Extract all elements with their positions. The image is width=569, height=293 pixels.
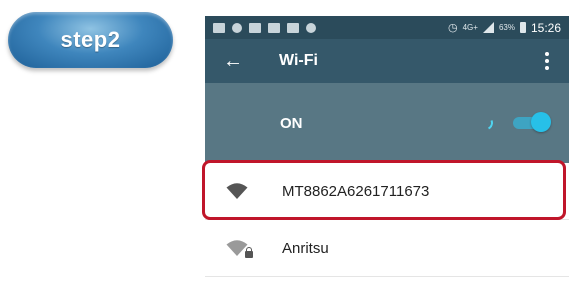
signal-icon [482,22,494,33]
status-bar: ◷ 4G+ 63% 15:26 [205,16,569,39]
message-icon [268,22,280,33]
wifi-icon [226,182,248,200]
scanning-spinner-icon [477,114,495,132]
step-badge: step2 [8,12,173,68]
wifi-lock-icon [226,239,253,258]
wifi-master-switch-row[interactable]: ON [205,83,569,163]
wifi-toggle[interactable] [513,112,551,132]
lock-icon [245,247,253,258]
info-icon [232,22,242,33]
app-icon [306,22,316,33]
clock: 15:26 [530,20,561,35]
network-item-mt8862a[interactable]: MT8862A6261711673 [205,163,569,220]
network-item-anritsu[interactable]: Anritsu [205,220,569,277]
image-icon [213,22,225,33]
app-toolbar: ← Wi-Fi [205,39,569,83]
alarm-icon: ◷ [448,22,458,34]
page-title: Wi-Fi [279,52,318,69]
calendar-icon [287,22,299,33]
overflow-menu-icon[interactable] [545,52,549,70]
system-icons: ◷ 4G+ 63% 15:26 [448,21,561,35]
network-ssid: Anritsu [282,239,329,257]
battery-icon [519,22,526,33]
network-type: 4G+ [462,23,478,32]
notification-icons [213,22,316,33]
phone-screen: ◷ 4G+ 63% 15:26 ← Wi-Fi ON MT8862A626171… [205,16,569,293]
network-ssid: MT8862A6261711673 [282,182,430,200]
wifi-switch-label: ON [280,114,303,132]
photo-icon [249,22,261,33]
battery-percent: 63% [498,23,515,32]
toggle-thumb [531,112,551,132]
step-label: step2 [60,27,121,52]
back-arrow-icon[interactable]: ← [223,51,249,71]
